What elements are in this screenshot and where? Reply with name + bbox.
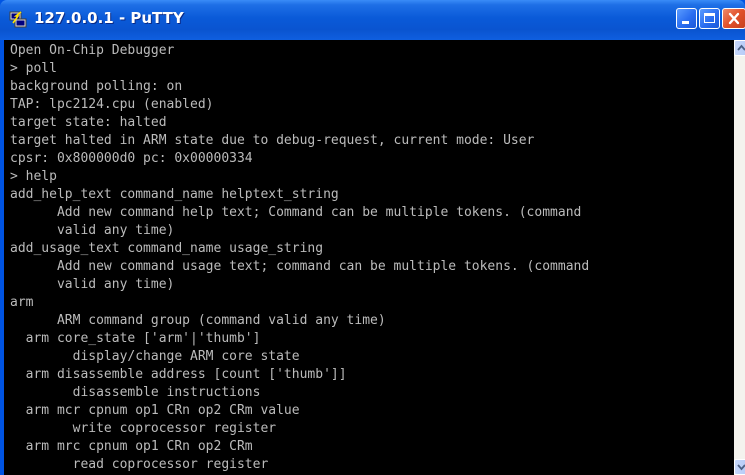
- terminal-line: arm: [10, 295, 34, 310]
- terminal-line: write coprocessor register: [10, 421, 277, 436]
- close-button[interactable]: [722, 8, 745, 29]
- terminal-line: arm mrc cpnum op1 CRn op2 CRm: [10, 439, 253, 454]
- terminal-line: disassemble instructions: [10, 385, 261, 400]
- terminal-line: cpsr: 0x800000d0 pc: 0x00000334: [10, 151, 253, 166]
- window-title: 127.0.0.1 - PuTTY: [34, 9, 184, 27]
- title-bar[interactable]: 127.0.0.1 - PuTTY: [0, 0, 745, 40]
- close-icon: [728, 12, 740, 25]
- vertical-scrollbar[interactable]: [734, 40, 745, 475]
- terminal-line: target state: halted: [10, 115, 167, 130]
- terminal-line: Open On-Chip Debugger: [10, 43, 175, 58]
- terminal-line: Add new command usage text; command can …: [10, 259, 590, 274]
- terminal-line: valid any time): [10, 277, 175, 292]
- terminal-line: ARM command group (command valid any tim…: [10, 313, 386, 328]
- terminal-line: add_usage_text command_name usage_string: [10, 241, 324, 256]
- scroll-up-arrow-icon: [737, 44, 745, 51]
- scroll-down-button[interactable]: [734, 459, 745, 475]
- minimize-icon: [682, 21, 689, 24]
- minimize-button[interactable]: [676, 8, 697, 29]
- terminal-line: display/change ARM core state: [10, 349, 300, 364]
- maximize-icon: [704, 13, 715, 23]
- scroll-down-arrow-icon: [737, 464, 745, 471]
- terminal-line: > help: [10, 169, 57, 184]
- scroll-up-button[interactable]: [734, 40, 745, 56]
- terminal-line: > poll: [10, 61, 57, 76]
- client-area: Open On-Chip Debugger > poll background …: [4, 40, 745, 475]
- terminal-line: TAP: lpc2124.cpu (enabled): [10, 97, 214, 112]
- terminal-line: target halted in ARM state due to debug-…: [10, 133, 535, 148]
- terminal-line: valid any time): [10, 223, 175, 238]
- putty-window: 127.0.0.1 - PuTTY Open On-Chip Debugger …: [0, 0, 745, 475]
- terminal-line: read coprocessor register: [10, 457, 269, 472]
- terminal-line: Add new command help text; Command can b…: [10, 205, 582, 220]
- terminal-output[interactable]: Open On-Chip Debugger > poll background …: [4, 40, 734, 475]
- terminal-line: add_help_text command_name helptext_stri…: [10, 187, 339, 202]
- terminal-line: background polling: on: [10, 79, 183, 94]
- putty-icon: [9, 11, 27, 28]
- terminal-line: arm disassemble address [count ['thumb']…: [10, 367, 347, 382]
- terminal-line: arm mcr cpnum op1 CRn op2 CRm value: [10, 403, 300, 418]
- maximize-button[interactable]: [699, 8, 720, 29]
- terminal-line: arm core_state ['arm'|'thumb']: [10, 331, 261, 346]
